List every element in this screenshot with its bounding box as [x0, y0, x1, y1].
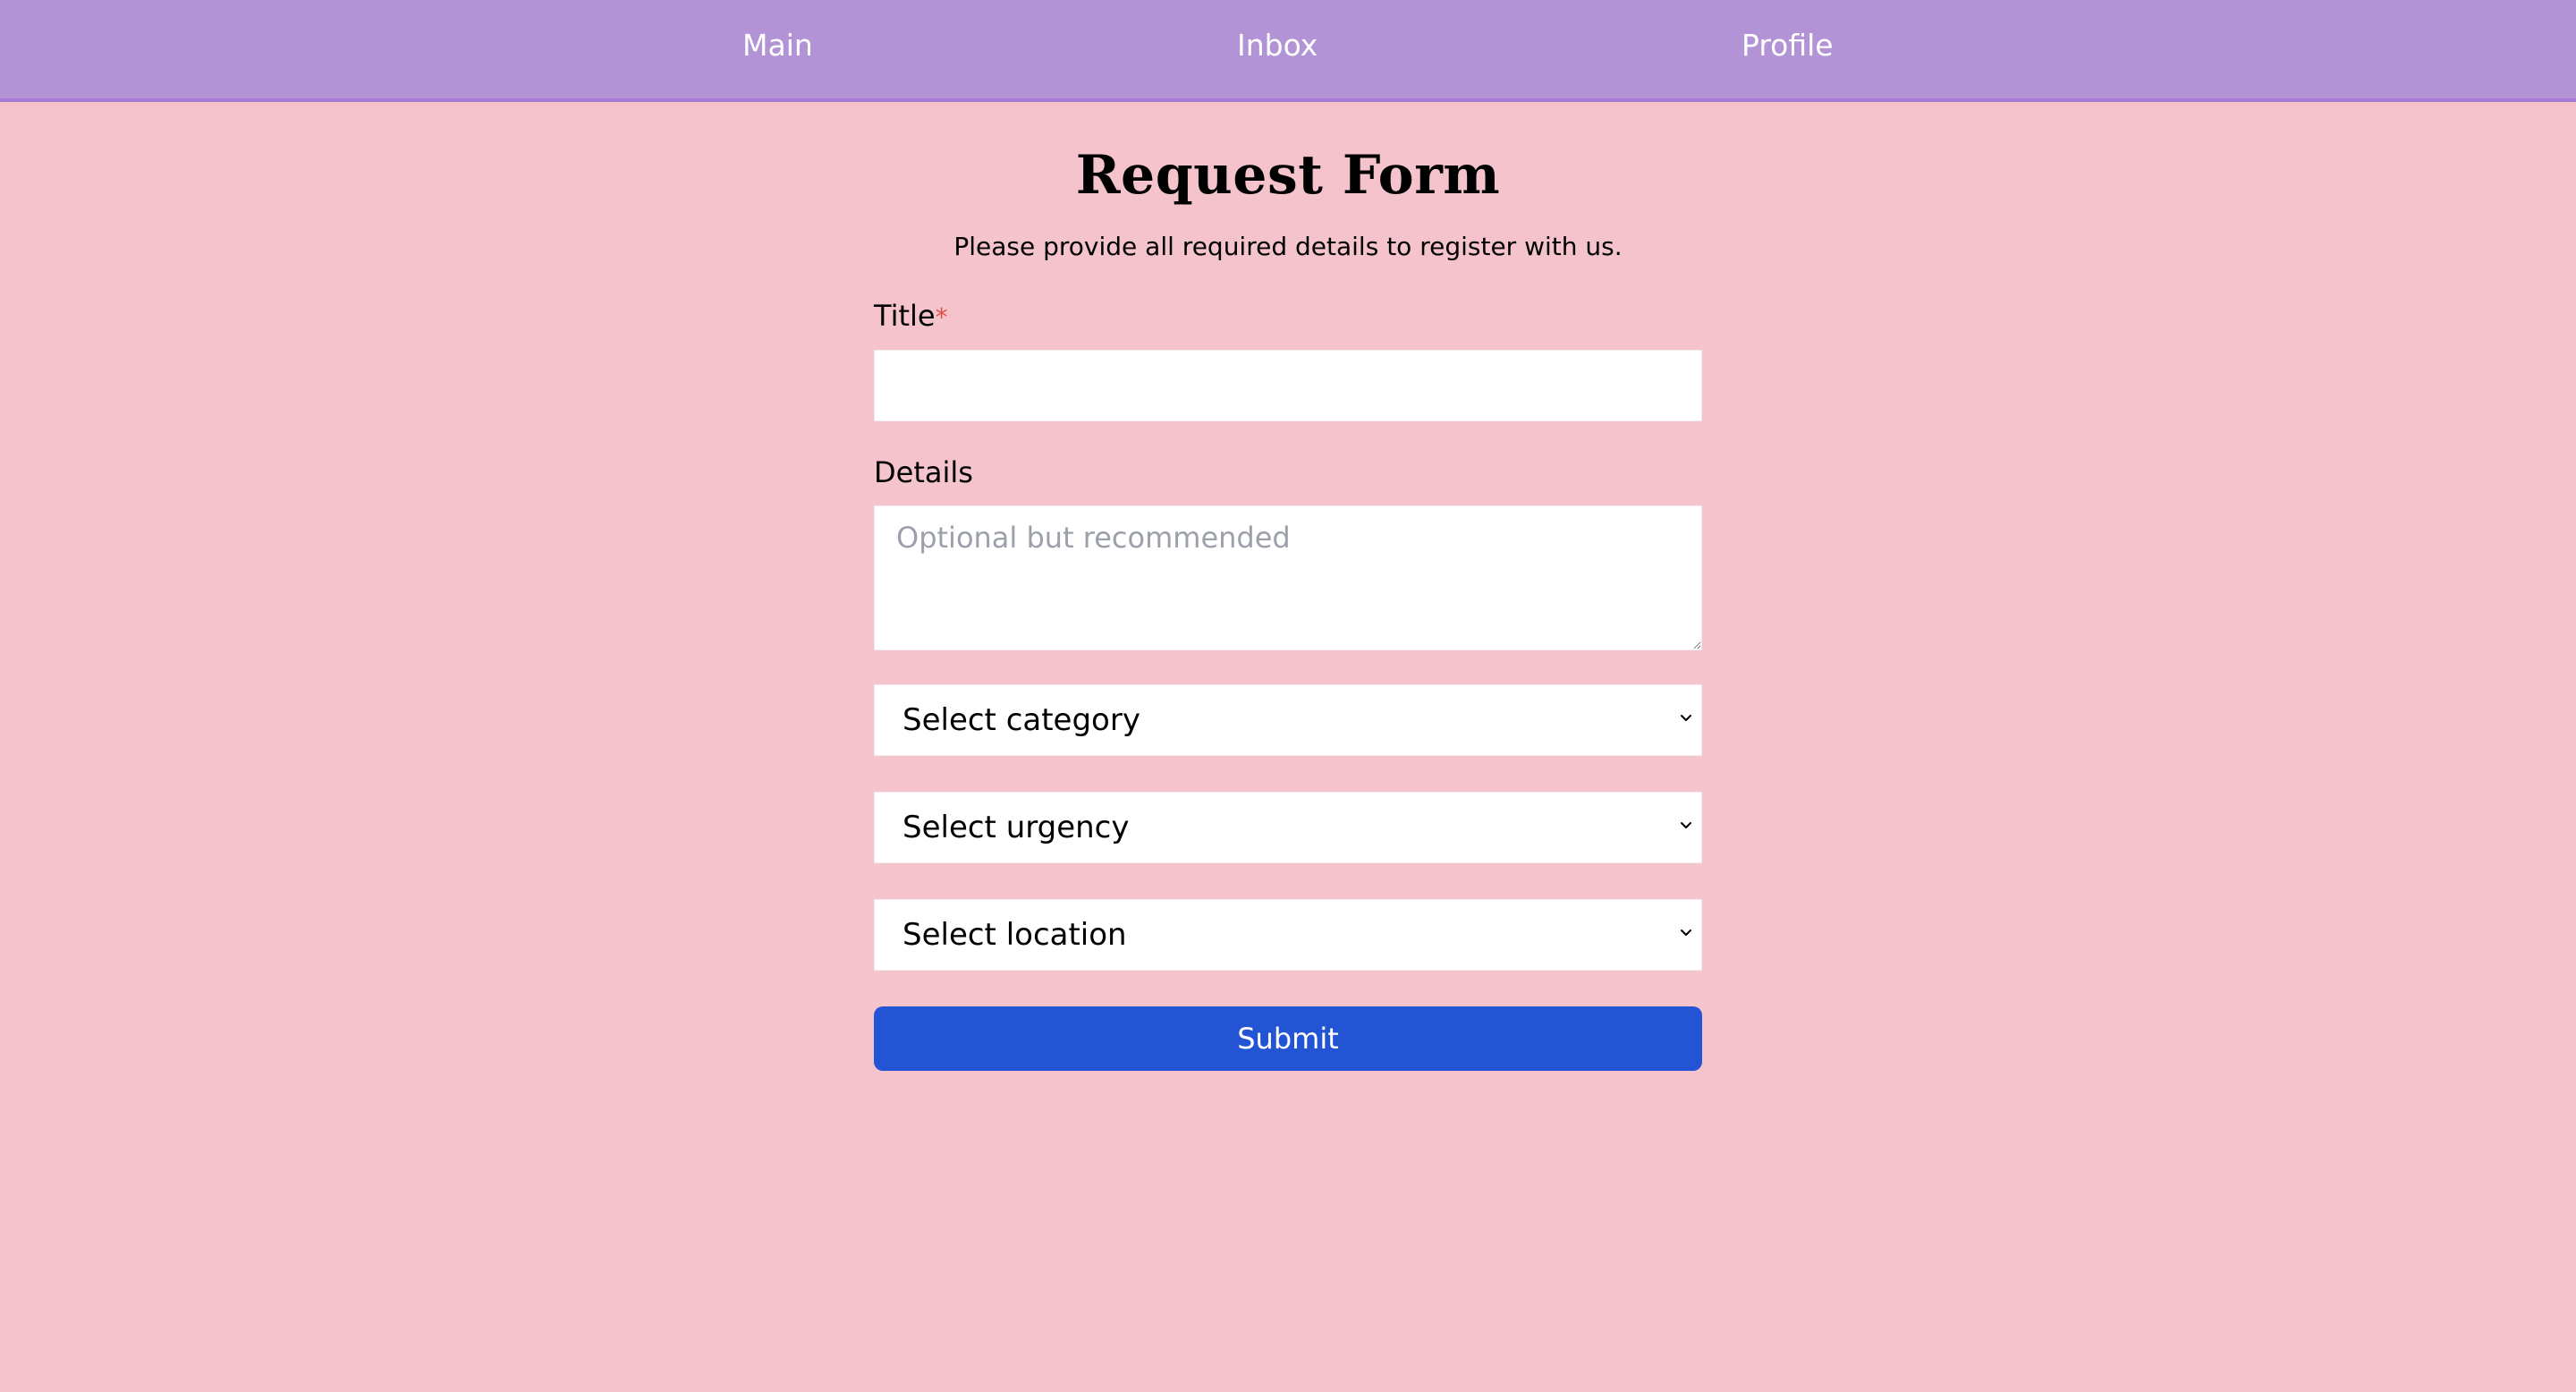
page-title: Request Form	[1075, 144, 1501, 207]
title-field-label: Title*	[874, 299, 1702, 333]
chevron-down-icon	[1681, 715, 1691, 722]
nav-link-profile[interactable]: Profile	[1741, 0, 1834, 98]
chevron-down-icon	[1681, 822, 1691, 829]
top-nav: Main Inbox Profile	[0, 0, 2576, 102]
required-mark: *	[935, 302, 948, 333]
nav-link-inbox[interactable]: Inbox	[1237, 0, 1318, 98]
category-select[interactable]: Select category	[874, 684, 1702, 757]
location-select[interactable]: Select location	[874, 899, 1702, 972]
urgency-select-value: Select urgency	[902, 810, 1130, 846]
details-field-label: Details	[874, 454, 973, 489]
urgency-select[interactable]: Select urgency	[874, 792, 1702, 864]
submit-button[interactable]: Submit	[874, 1006, 1702, 1072]
nav-link-main[interactable]: Main	[742, 0, 813, 98]
location-select-value: Select location	[902, 917, 1127, 954]
form-subtitle: Please provide all required details to r…	[953, 232, 1623, 261]
title-label-text: Title	[874, 299, 936, 334]
chevron-down-icon	[1681, 929, 1691, 937]
title-input[interactable]	[874, 349, 1702, 421]
request-form: Request Form Please provide all required…	[874, 102, 1702, 1072]
details-textarea[interactable]	[874, 505, 1702, 651]
category-select-value: Select category	[902, 702, 1140, 739]
